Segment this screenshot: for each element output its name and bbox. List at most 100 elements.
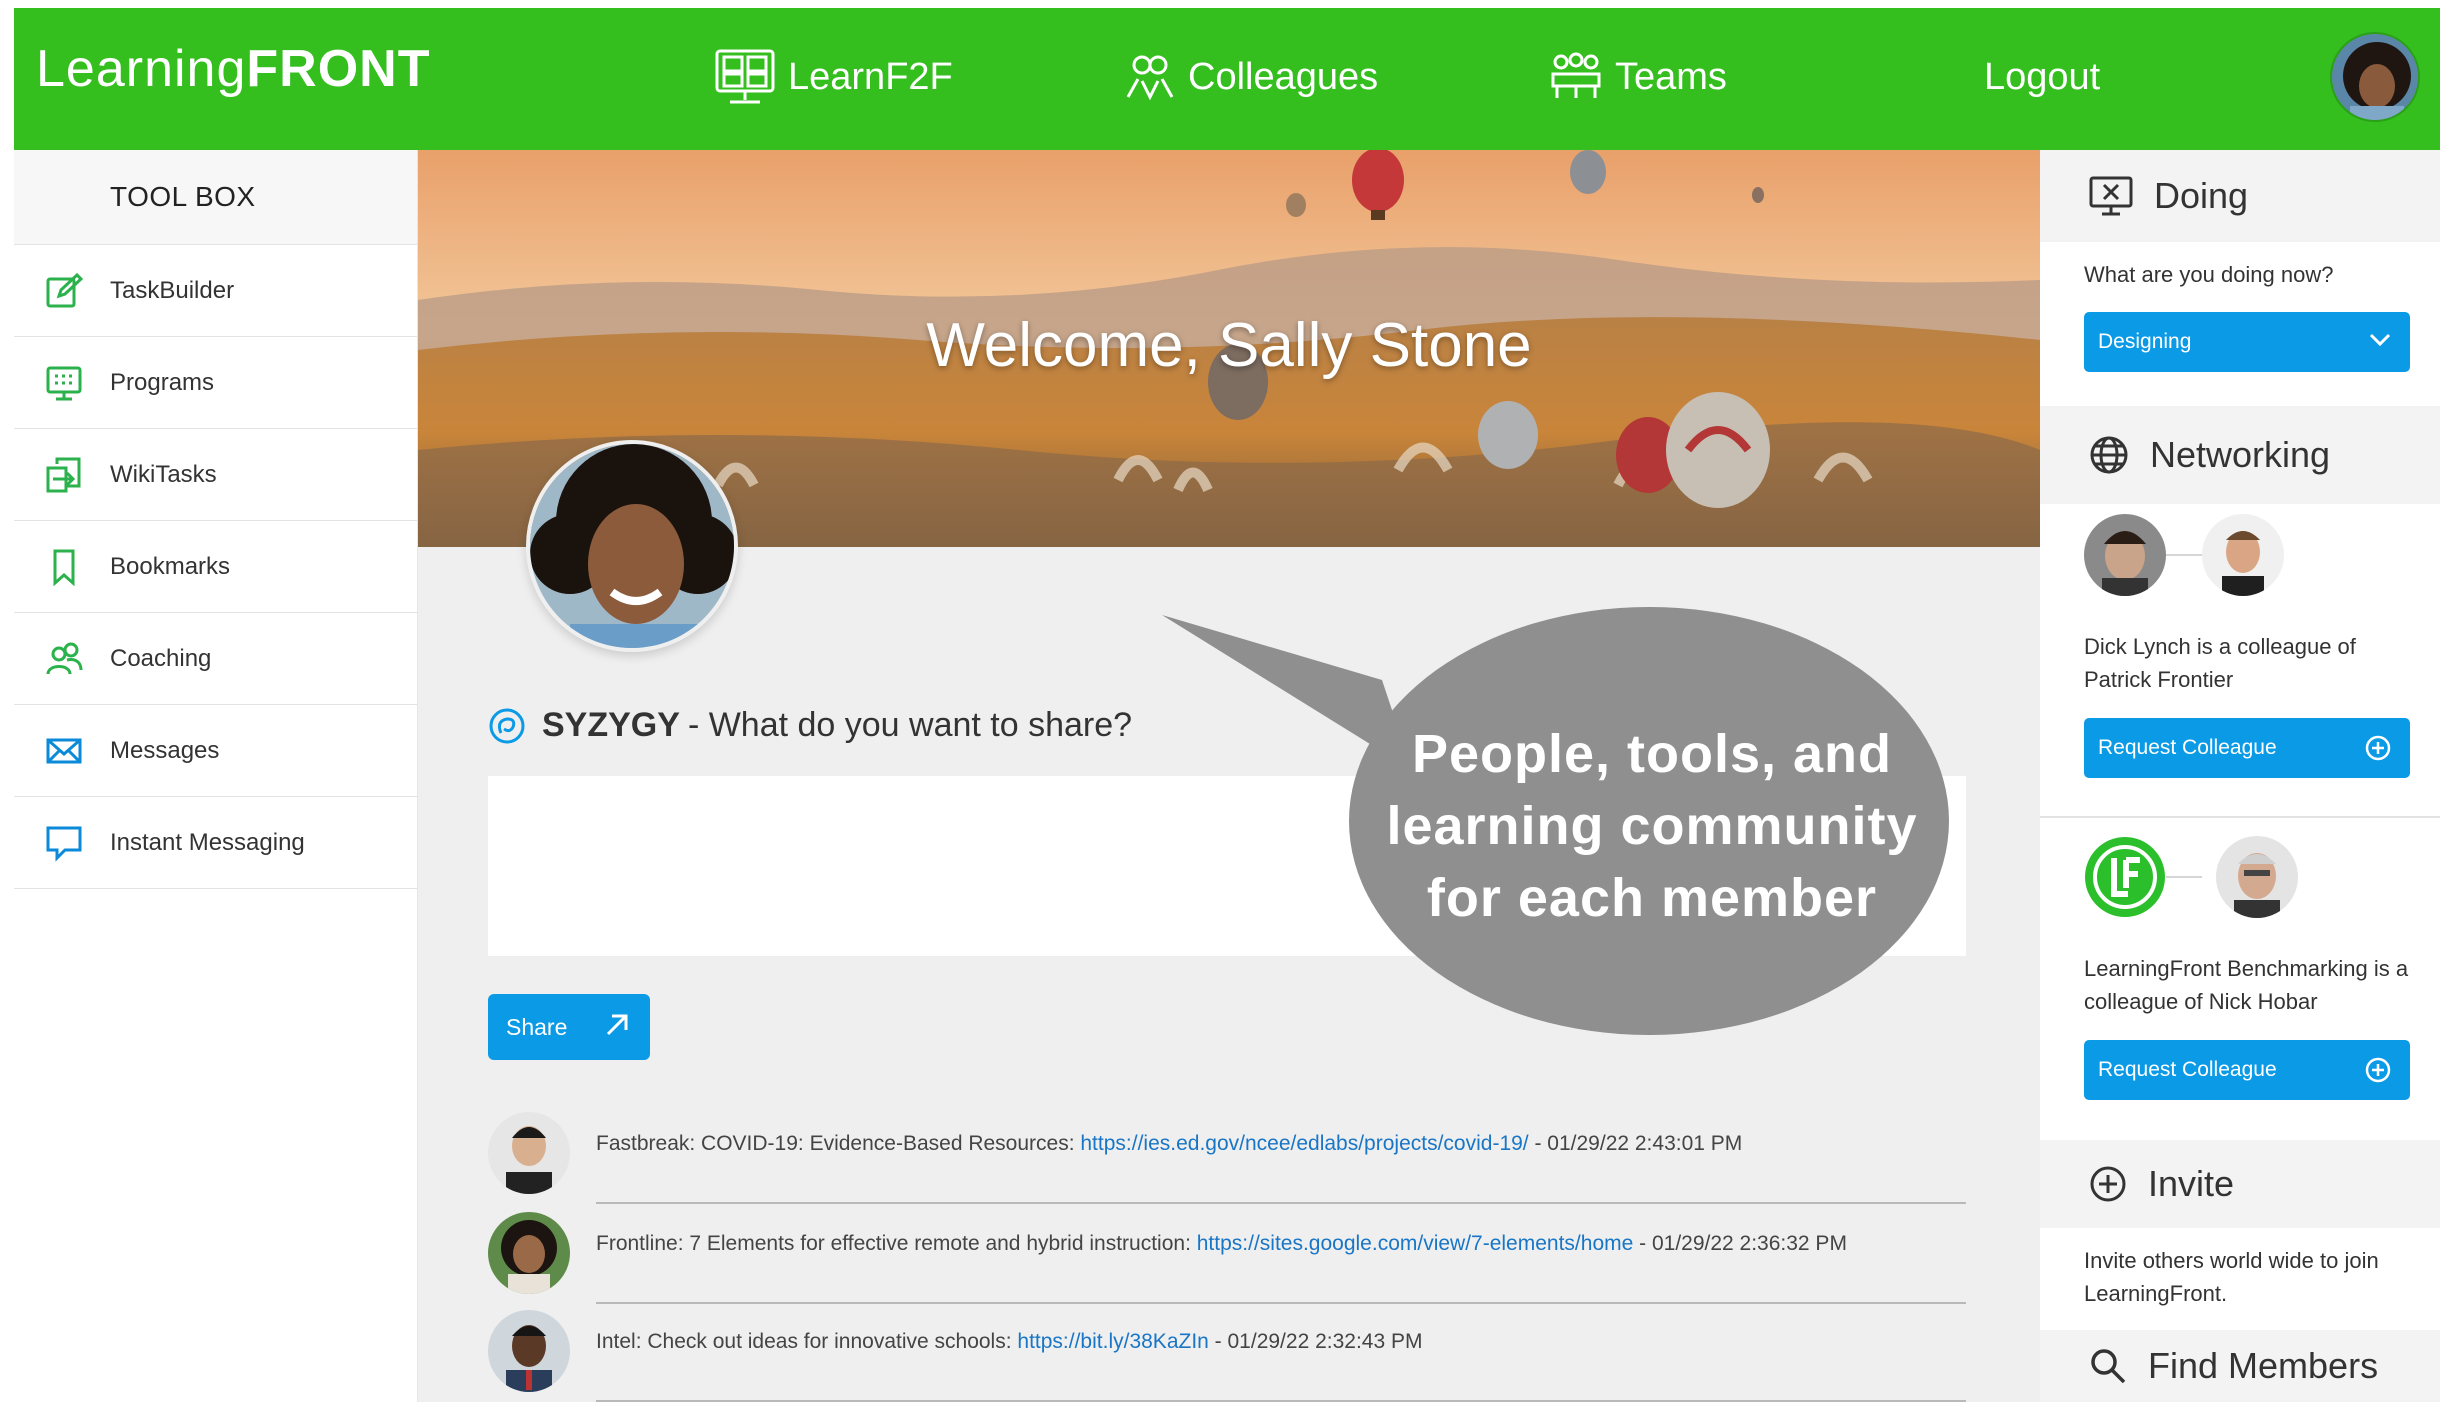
feed-text-prefix: Fastbreak: COVID-19: Evidence-Based Reso… xyxy=(596,1132,1081,1155)
request-colleague-label: Request Colleague xyxy=(2098,736,2277,759)
sidebar-item-label: TaskBuilder xyxy=(110,276,235,304)
right-panel: Doing What are you doing now? Designing … xyxy=(2040,150,2440,1402)
logo-text-front: FRONT xyxy=(246,40,431,98)
feed-item: Intel: Check out ideas for innovative sc… xyxy=(488,1310,1966,1402)
connection-line xyxy=(2166,554,2202,556)
connection-line xyxy=(2166,876,2202,878)
sidebar-item-label: Coaching xyxy=(110,644,212,672)
share-brand: SYZYGY xyxy=(542,706,680,744)
nav-learnf2f[interactable]: LearnF2F xyxy=(714,42,953,112)
teams-icon xyxy=(1551,52,1601,98)
feed-link[interactable]: https://ies.ed.gov/ncee/edlabs/projects/… xyxy=(1080,1132,1528,1155)
share-button-label: Share xyxy=(506,1013,568,1040)
monitor-x-icon xyxy=(2088,175,2134,217)
doing-question: What are you doing now? xyxy=(2084,262,2334,287)
user-avatar[interactable] xyxy=(2330,32,2420,122)
callout-line: People, tools, and xyxy=(1411,724,1893,784)
nav-teams[interactable]: Teams xyxy=(1549,42,1727,112)
plus-circle-icon xyxy=(2365,1057,2391,1083)
find-members-header[interactable]: Find Members xyxy=(2040,1330,2440,1402)
nav-logout[interactable]: Logout xyxy=(1984,42,2100,112)
feed-divider xyxy=(596,1202,1966,1204)
monitor-people-icon xyxy=(715,49,775,104)
sidebar-item-label: Bookmarks xyxy=(110,552,231,580)
avatar[interactable] xyxy=(2084,514,2166,596)
request-colleague-button[interactable]: Request Colleague xyxy=(2084,718,2410,778)
sidebar-item-taskbuilder[interactable]: TaskBuilder xyxy=(14,245,417,337)
feed-text: Intel: Check out ideas for innovative sc… xyxy=(596,1330,1966,1354)
share-heading: SYZYGY - What do you want to share? xyxy=(488,706,1132,745)
share-button[interactable]: Share xyxy=(488,994,650,1060)
nav-teams-label: Teams xyxy=(1615,55,1727,98)
plus-circle-icon xyxy=(2088,1164,2128,1204)
sidebar-item-wikitasks[interactable]: WikiTasks xyxy=(14,429,417,521)
feed-link[interactable]: https://sites.google.com/view/7-elements… xyxy=(1197,1232,1634,1255)
avatar[interactable] xyxy=(2216,836,2298,918)
nav-colleagues[interactable]: Colleagues xyxy=(1124,42,1378,112)
avatar[interactable] xyxy=(488,1310,570,1392)
feed-text-prefix: Intel: Check out ideas for innovative sc… xyxy=(596,1330,1018,1353)
plus-circle-icon xyxy=(2365,735,2391,761)
sidebar-item-label: Instant Messaging xyxy=(110,828,305,856)
globe-icon xyxy=(2088,434,2130,476)
feed-link[interactable]: https://bit.ly/38KaZIn xyxy=(1017,1330,1208,1353)
invite-text: Invite others world wide to join Learnin… xyxy=(2084,1244,2379,1310)
sidebar-item-coaching[interactable]: Coaching xyxy=(14,613,417,705)
users-icon xyxy=(44,639,84,679)
feed-item: Fastbreak: COVID-19: Evidence-Based Reso… xyxy=(488,1112,1966,1208)
import-icon xyxy=(44,455,84,495)
feed-timestamp: - 01/29/22 2:36:32 PM xyxy=(1633,1232,1847,1255)
sidebar-item-bookmarks[interactable]: Bookmarks xyxy=(14,521,417,613)
networking-text-line: LearningFront Benchmarking is a xyxy=(2084,956,2409,981)
sidebar-item-programs[interactable]: Programs xyxy=(14,337,417,429)
feed-text-prefix: Frontline: 7 Elements for effective remo… xyxy=(596,1232,1197,1255)
sidebar-item-instant-messaging[interactable]: Instant Messaging xyxy=(14,797,417,889)
networking-header: Networking xyxy=(2040,406,2440,504)
networking-item-text: Dick Lynch is a colleague of Patrick Fro… xyxy=(2084,630,2356,696)
share-prompt: - What do you want to share? xyxy=(687,706,1133,744)
sidebar-item-label: Messages xyxy=(110,736,220,764)
callout-line: for each member xyxy=(1426,868,1878,928)
nav-logout-label: Logout xyxy=(1984,55,2101,98)
networking-text-line: colleague of Nick Hobar xyxy=(2084,989,2318,1014)
learningfront-logo-avatar[interactable] xyxy=(2084,836,2166,918)
request-colleague-button[interactable]: Request Colleague xyxy=(2084,1040,2410,1100)
networking-title: Networking xyxy=(2150,434,2331,475)
networking-text-line: Dick Lynch is a colleague of xyxy=(2084,634,2356,659)
feed-text: Frontline: 7 Elements for effective remo… xyxy=(596,1232,1966,1256)
invite-text-line: LearningFront. xyxy=(2084,1281,2228,1306)
doing-select-value: Designing xyxy=(2098,330,2192,353)
sidebar-item-label: WikiTasks xyxy=(110,460,217,488)
nav-colleagues-label: Colleagues xyxy=(1188,55,1379,98)
monitor-grid-icon xyxy=(44,363,84,403)
avatar[interactable] xyxy=(2202,514,2284,596)
toolbox-sidebar: TOOL BOX TaskBuilder Programs WikiTasks … xyxy=(14,150,418,1402)
callout-text: People, tools, and learning community fo… xyxy=(1342,718,1962,934)
avatar[interactable] xyxy=(488,1212,570,1294)
callout-line: learning community xyxy=(1386,796,1918,856)
doing-select[interactable]: Designing xyxy=(2084,312,2410,372)
syzygy-logo-icon xyxy=(489,708,525,743)
edit-icon xyxy=(44,271,84,311)
arrow-up-right-icon xyxy=(606,1014,628,1036)
chevron-down-icon xyxy=(2369,333,2391,347)
logo[interactable]: LearningFRONT xyxy=(36,43,430,95)
invite-header: Invite xyxy=(2040,1140,2440,1228)
networking-item-text: LearningFront Benchmarking is a colleagu… xyxy=(2084,952,2408,1018)
search-icon xyxy=(2088,1346,2128,1386)
feed-timestamp: - 01/29/22 2:32:43 PM xyxy=(1208,1330,1423,1353)
sidebar-item-messages[interactable]: Messages xyxy=(14,705,417,797)
chat-icon xyxy=(44,823,84,863)
envelope-icon xyxy=(44,731,84,771)
profile-photo[interactable] xyxy=(526,440,738,652)
feed-timestamp: - 01/29/22 2:43:01 PM xyxy=(1528,1132,1743,1155)
top-nav-bar: LearningFRONT LearnF2F Colleagues Teams … xyxy=(14,8,2440,150)
invite-title: Invite xyxy=(2148,1163,2235,1204)
invite-text-line: Invite others world wide to join xyxy=(2084,1248,2379,1273)
networking-text-line: Patrick Frontier xyxy=(2084,667,2234,692)
section-divider xyxy=(2040,816,2440,818)
colleagues-icon xyxy=(1126,55,1174,101)
sidebar-item-label: Programs xyxy=(110,368,215,396)
nav-learnf2f-label: LearnF2F xyxy=(788,55,953,98)
avatar[interactable] xyxy=(488,1112,570,1194)
